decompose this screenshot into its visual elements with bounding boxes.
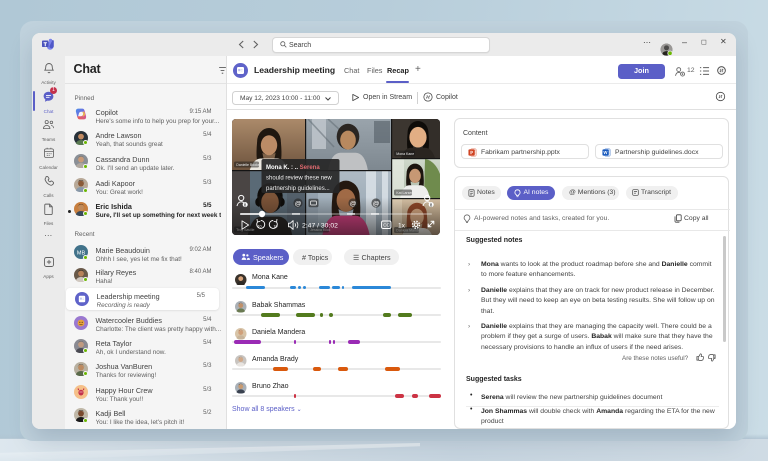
svg-text:CC: CC [383,223,390,228]
svg-text:1x: 1x [398,223,406,230]
svg-text:Danielle Booker: Danielle Booker [236,163,262,167]
svg-text:Mona Kane: Mona Kane [396,152,414,156]
svg-text:partnership guidelines...: partnership guidelines... [266,186,330,192]
svg-text:8: 8 [430,203,433,208]
svg-text:8: 8 [244,203,247,208]
svg-text:10: 10 [258,224,262,228]
svg-text:should review these new: should review these new [266,176,332,182]
svg-text:10: 10 [274,224,278,228]
svg-text:2:47 / 30:02: 2:47 / 30:02 [302,223,338,230]
svg-text:Mona K. : .. Serena: Mona K. : .. Serena [266,165,320,171]
svg-text:Kat Larsen: Kat Larsen [396,191,413,195]
svg-text:@: @ [373,200,380,207]
svg-text:@: @ [350,200,357,207]
svg-text:@: @ [295,200,302,207]
